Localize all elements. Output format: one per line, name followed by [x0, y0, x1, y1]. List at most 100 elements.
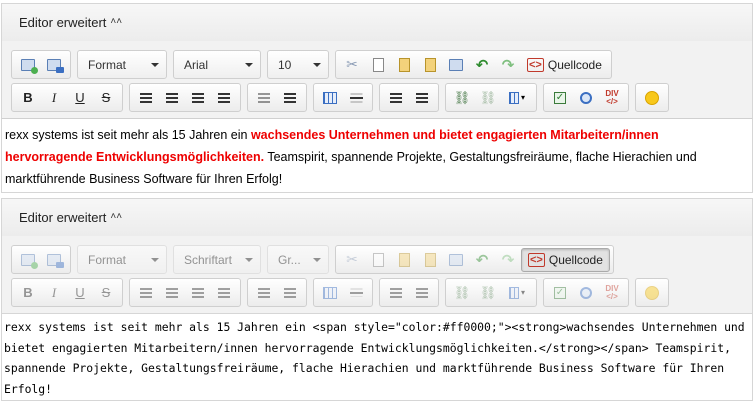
- paste-button[interactable]: [392, 249, 416, 271]
- source-icon: <>: [527, 57, 544, 72]
- indent-button[interactable]: [278, 87, 302, 109]
- image-button[interactable]: [16, 249, 40, 271]
- undo-button[interactable]: ↶: [470, 54, 494, 76]
- outdent-button[interactable]: [252, 282, 276, 304]
- numbered-list-icon: [390, 287, 402, 298]
- outdent-button[interactable]: [252, 87, 276, 109]
- div-icon: DIV </>: [605, 88, 619, 106]
- align-right-icon: [192, 92, 204, 103]
- table-button[interactable]: [318, 87, 342, 109]
- align-justify-button[interactable]: [212, 87, 236, 109]
- list-group: [379, 83, 439, 112]
- radio-button[interactable]: [574, 87, 598, 109]
- image-button[interactable]: [16, 54, 40, 76]
- checkbox-button[interactable]: ✓: [548, 282, 572, 304]
- align-center-button[interactable]: [160, 282, 184, 304]
- unlink-button[interactable]: ⛓: [476, 87, 500, 109]
- strike-button[interactable]: S: [94, 87, 118, 109]
- editor-toolbar: Format Schriftart Gr... ✂ ↶ ↷ <> Quellco…: [1, 236, 753, 313]
- numbered-list-button[interactable]: [384, 282, 408, 304]
- editor-content[interactable]: rexx systems ist seit mehr als 15 Jahren…: [1, 118, 753, 193]
- redo-button[interactable]: ↷: [496, 249, 520, 271]
- list-group: [379, 278, 439, 307]
- bulleted-list-button[interactable]: [410, 282, 434, 304]
- font-select[interactable]: Arial: [173, 50, 261, 79]
- cut-button[interactable]: ✂: [340, 249, 364, 271]
- align-left-icon: [140, 92, 152, 103]
- flash-button[interactable]: [42, 249, 66, 271]
- link-button[interactable]: ⛓: [450, 282, 474, 304]
- horizontal-rule-icon: [349, 291, 363, 294]
- paste-word-icon: [449, 58, 463, 71]
- copy-button[interactable]: [366, 249, 390, 271]
- align-left-button[interactable]: [134, 87, 158, 109]
- strike-button[interactable]: S: [94, 282, 118, 304]
- editor-panel-1: Editor erweitert ˄˄ Format Arial 10 ✂ ↶ …: [0, 0, 754, 193]
- align-right-button[interactable]: [186, 87, 210, 109]
- checkbox-icon: ✓: [554, 286, 566, 299]
- paste-text-icon: [424, 252, 436, 267]
- radio-icon: [580, 91, 592, 104]
- align-center-button[interactable]: [160, 87, 184, 109]
- outdent-icon: [258, 92, 270, 103]
- smiley-button[interactable]: [640, 282, 664, 304]
- numbered-list-button[interactable]: [384, 87, 408, 109]
- color-button[interactable]: ▾: [502, 87, 532, 109]
- link-icon: ⛓: [453, 284, 471, 300]
- unlink-button[interactable]: ⛓: [476, 282, 500, 304]
- format-select[interactable]: Format: [77, 245, 167, 274]
- bold-button[interactable]: B: [16, 87, 40, 109]
- format-select[interactable]: Format: [77, 50, 167, 79]
- paste-text-button[interactable]: [418, 54, 442, 76]
- redo-icon: ↷: [501, 56, 515, 74]
- align-left-icon: [140, 287, 152, 298]
- align-justify-button[interactable]: [212, 282, 236, 304]
- paste-word-button[interactable]: [444, 54, 468, 76]
- panel-header[interactable]: Editor erweitert ˄˄: [1, 3, 753, 41]
- paste-word-button[interactable]: [444, 249, 468, 271]
- div-button[interactable]: DIV </>: [600, 87, 624, 109]
- align-left-button[interactable]: [134, 282, 158, 304]
- cut-button[interactable]: ✂: [340, 54, 364, 76]
- checkbox-button[interactable]: ✓: [548, 87, 572, 109]
- align-center-icon: [166, 92, 178, 103]
- color-button[interactable]: ▾: [502, 282, 532, 304]
- numbered-list-icon: [390, 92, 402, 103]
- font-select[interactable]: Schriftart: [173, 245, 261, 274]
- align-right-button[interactable]: [186, 282, 210, 304]
- size-select[interactable]: Gr...: [267, 245, 329, 274]
- bulleted-list-button[interactable]: [410, 87, 434, 109]
- horizontal-rule-button[interactable]: [344, 87, 368, 109]
- smiley-button[interactable]: [640, 87, 664, 109]
- div-button[interactable]: DIV </>: [600, 282, 624, 304]
- size-select[interactable]: 10: [267, 50, 329, 79]
- smiley-group: [635, 278, 669, 307]
- table-button[interactable]: [318, 282, 342, 304]
- paste-icon: [398, 252, 410, 267]
- underline-button[interactable]: U: [68, 87, 92, 109]
- italic-button[interactable]: I: [42, 87, 66, 109]
- radio-button[interactable]: [574, 282, 598, 304]
- image-icon: [21, 253, 38, 269]
- chevron-up-icon[interactable]: ˄˄: [110, 211, 122, 222]
- paste-word-icon: [449, 253, 463, 266]
- form-group: ✓ DIV </>: [543, 278, 629, 307]
- paste-text-button[interactable]: [418, 249, 442, 271]
- source-button[interactable]: <> Quellcode: [521, 247, 610, 272]
- panel-header[interactable]: Editor erweitert ˄˄: [1, 198, 753, 236]
- copy-button[interactable]: [366, 54, 390, 76]
- source-code-textarea[interactable]: rexx systems ist seit mehr als 15 Jahren…: [1, 313, 753, 401]
- chevron-up-icon[interactable]: ˄˄: [110, 16, 122, 27]
- link-button[interactable]: ⛓: [450, 87, 474, 109]
- paste-button[interactable]: [392, 54, 416, 76]
- underline-button[interactable]: U: [68, 282, 92, 304]
- horizontal-rule-button[interactable]: [344, 282, 368, 304]
- redo-button[interactable]: ↷: [496, 54, 520, 76]
- flash-button[interactable]: [42, 54, 66, 76]
- undo-button[interactable]: ↶: [470, 249, 494, 271]
- source-button[interactable]: <> Quellcode: [521, 53, 608, 77]
- indent-button[interactable]: [278, 282, 302, 304]
- cut-icon: ✂: [346, 251, 358, 267]
- bold-button[interactable]: B: [16, 282, 40, 304]
- italic-button[interactable]: I: [42, 282, 66, 304]
